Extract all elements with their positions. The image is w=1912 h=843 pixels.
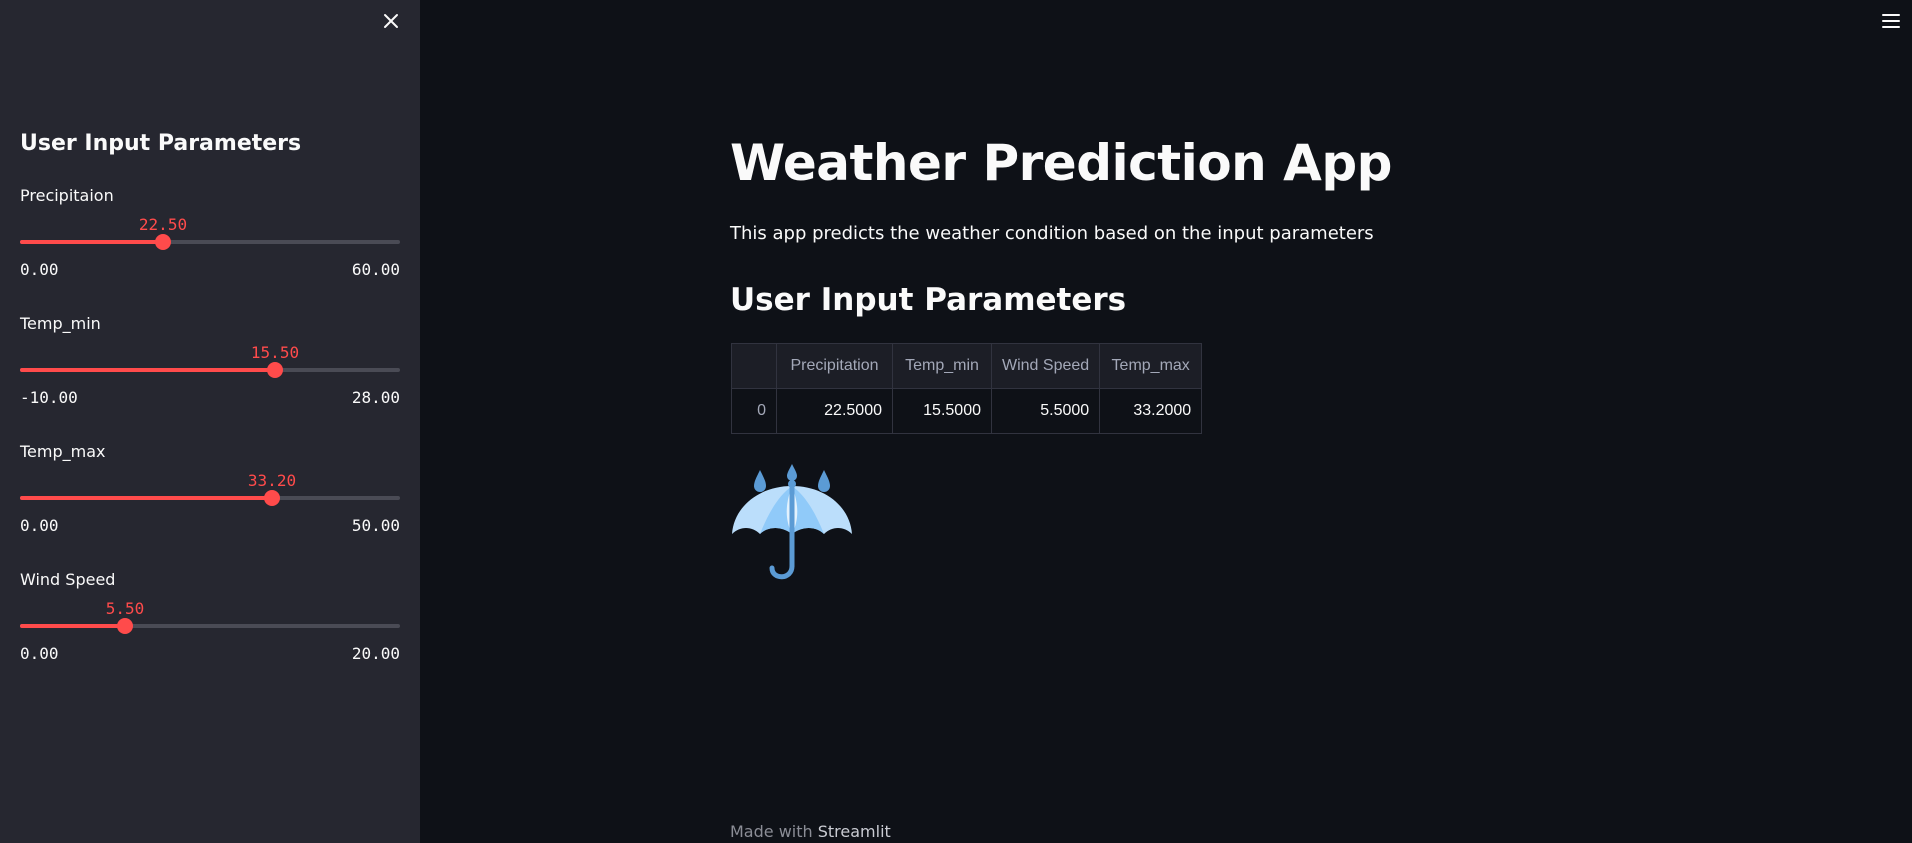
footer-prefix: Made with [730, 822, 818, 841]
hamburger-menu-icon [1882, 26, 1900, 28]
slider-label: Temp_min [20, 314, 101, 333]
slider-min: 0.00 [20, 260, 59, 279]
slider-min: -10.00 [20, 388, 78, 407]
slider-thumb[interactable] [267, 362, 283, 378]
close-icon [384, 14, 398, 28]
table-cell: 33.2000 [1099, 388, 1203, 434]
prediction-result [728, 462, 856, 590]
table-cell-index: 0 [731, 388, 777, 434]
slider-min: 0.00 [20, 644, 59, 663]
slider-max: 60.00 [351, 260, 400, 279]
slider-thumb[interactable] [264, 490, 280, 506]
temp-max-slider[interactable]: Temp_max 33.20 0.00 50.00 [20, 442, 400, 552]
table-header-row: Precipitation Temp_min Wind Speed Temp_m… [731, 343, 1203, 389]
slider-fill [20, 368, 275, 372]
page-title: Weather Prediction App [730, 134, 1392, 192]
table-cell: 5.5000 [990, 388, 1101, 434]
slider-fill [20, 496, 272, 500]
slider-track[interactable] [20, 362, 400, 378]
slider-max: 20.00 [351, 644, 400, 663]
column-header-wind-speed[interactable]: Wind Speed [990, 343, 1101, 389]
slider-label: Wind Speed [20, 570, 116, 589]
slider-value: 22.50 [138, 215, 188, 234]
umbrella-with-rain-drops-icon [732, 464, 852, 580]
slider-thumb[interactable] [117, 618, 133, 634]
precipitation-slider[interactable]: Precipitaion 22.50 0.00 60.00 [20, 186, 400, 296]
slider-min: 0.00 [20, 516, 59, 535]
slider-fill [20, 240, 163, 244]
sidebar: User Input Parameters Precipitaion 22.50… [0, 0, 420, 843]
hamburger-menu-icon [1882, 20, 1900, 22]
column-header-index[interactable] [731, 343, 777, 389]
slider-value: 15.50 [250, 343, 300, 362]
slider-label: Temp_max [20, 442, 106, 461]
sidebar-title: User Input Parameters [20, 131, 302, 156]
slider-thumb[interactable] [155, 234, 171, 250]
table-row: 0 22.5000 15.5000 5.5000 33.2000 [731, 388, 1203, 434]
slider-value: 33.20 [247, 471, 297, 490]
column-header-precipitation[interactable]: Precipitation [776, 343, 893, 389]
footer: Made with Streamlit [730, 822, 891, 841]
slider-max: 28.00 [351, 388, 400, 407]
table-cell: 22.5000 [776, 388, 893, 434]
column-header-temp-min[interactable]: Temp_min [892, 343, 992, 389]
column-header-temp-max[interactable]: Temp_max [1099, 343, 1203, 389]
slider-track[interactable] [20, 618, 400, 634]
streamlit-link[interactable]: Streamlit [818, 822, 891, 841]
slider-max: 50.00 [351, 516, 400, 535]
slider-track[interactable] [20, 234, 400, 250]
slider-label: Precipitaion [20, 186, 114, 205]
temp-min-slider[interactable]: Temp_min 15.50 -10.00 28.00 [20, 314, 400, 424]
slider-fill [20, 624, 125, 628]
page-description: This app predicts the weather condition … [730, 223, 1374, 244]
close-sidebar-button[interactable] [378, 8, 404, 34]
main-menu-button[interactable] [1880, 10, 1902, 32]
slider-value: 5.50 [105, 599, 145, 618]
table-cell: 15.5000 [892, 388, 992, 434]
section-title: User Input Parameters [730, 282, 1127, 318]
hamburger-menu-icon [1882, 14, 1900, 16]
slider-track[interactable] [20, 490, 400, 506]
wind-speed-slider[interactable]: Wind Speed 5.50 0.00 20.00 [20, 570, 400, 680]
user-input-table: Precipitation Temp_min Wind Speed Temp_m… [731, 343, 1203, 434]
